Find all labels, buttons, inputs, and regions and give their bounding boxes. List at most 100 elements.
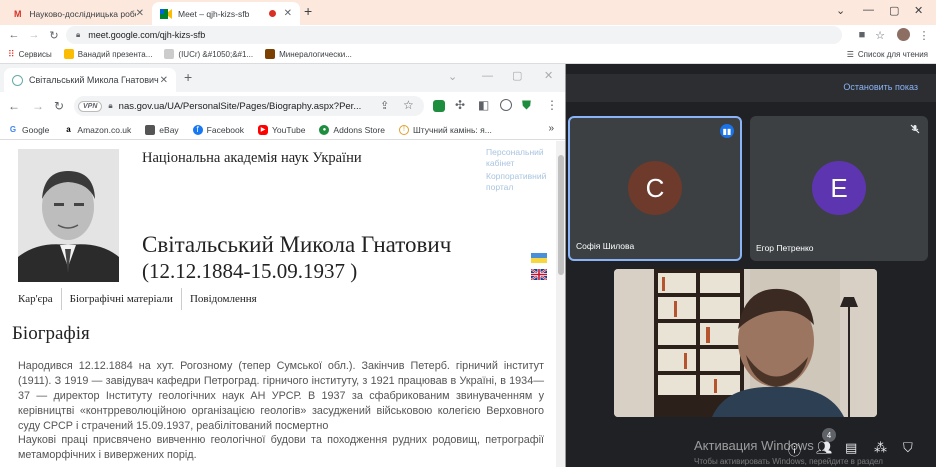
minimize-icon[interactable]: — [863,4,874,16]
bookmark-facebook[interactable]: f Facebook [192,124,244,135]
people-icon[interactable]: 👥︎ [816,440,833,456]
menu-dots-icon[interactable]: ⋮ [914,29,934,42]
shield-icon[interactable]: ⛊ [522,98,531,113]
reading-list[interactable]: ☰ Список для чтения [847,50,928,59]
self-video[interactable] [614,269,877,417]
more-bookmarks-icon[interactable]: » [548,123,554,134]
amazon-icon: a [66,125,71,134]
bookmark-label: Ванадий презента... [77,49,153,59]
forward-icon[interactable]: → [24,29,44,41]
new-tab-icon[interactable]: + [184,69,192,85]
tab-gmail[interactable]: M Науково-дослідницька робота ✕ [4,2,152,25]
extension-icon[interactable] [433,100,445,112]
side-panel-icon[interactable]: ◧ [478,98,489,112]
bookmark-stone[interactable]: ! Штучний камінь: я... [398,124,492,135]
youtube-icon: ▶ [258,124,269,135]
info-icon[interactable]: ⓘ [788,440,801,459]
tab-messages[interactable]: Повідомлення [180,288,265,310]
bookmark-google[interactable]: G Google [8,125,50,135]
bookmark-label: (IUCr) &#1050;&#1... [178,49,254,59]
personal-cabinet-link[interactable]: Персональний кабінет [486,147,556,169]
avatar: Е [812,161,866,215]
bookmark-youtube[interactable]: ▶ YouTube [258,124,305,135]
vpn-badge[interactable]: VPN [78,100,103,112]
maximize-icon[interactable]: ▢ [889,4,899,17]
page-tabs: Кар'єра Біографічні матеріали Повідомлен… [10,288,265,310]
bookmark-mineral[interactable]: Минералогически... [265,49,352,59]
back-icon[interactable]: ← [8,99,20,113]
participant-tile[interactable]: Е Егор Петренко [750,116,928,261]
profile-icon[interactable] [500,99,512,111]
biography-heading: Біографія [12,323,90,344]
close-icon[interactable]: ✕ [284,8,292,19]
new-tab-icon[interactable]: + [304,3,312,19]
menu-dots-icon[interactable]: ⋮ [546,98,558,112]
nas-logo-icon [12,74,23,86]
close-window-icon[interactable]: ✕ [914,4,923,17]
person-dates: (12.12.1884-15.09.1937 ) [142,259,358,283]
reload-icon[interactable]: ↻ [44,29,64,42]
bookmark-amazon[interactable]: a Amazon.co.uk [63,125,131,135]
bookmark-vanadium[interactable]: Ванадий презента... [63,49,153,59]
close-window-icon[interactable]: ✕ [544,69,553,82]
warning-icon: ! [398,124,409,135]
chevron-down-icon[interactable]: ⌄ [448,70,457,83]
ukraine-flag-icon[interactable] [531,253,547,263]
inner-bookmarks-bar: G Google a Amazon.co.uk eBay f Facebook ▶ Yo… [0,120,565,140]
uk-flag-icon[interactable] [531,269,547,280]
page-scrollbar[interactable] [556,141,565,467]
person-name: Світальський Микола Гнатович [142,232,452,257]
camera-icon[interactable]: ■ [852,29,872,41]
biography-page: Національна академія наук України Персон… [0,141,556,467]
forward-icon[interactable]: → [32,99,44,113]
minimize-icon[interactable]: — [482,70,493,82]
back-icon[interactable]: ← [4,29,24,41]
reading-list-icon: ☰ [846,49,854,59]
tab-title: Науково-дослідницька робота [29,8,135,19]
star-icon[interactable]: ☆ [403,98,414,112]
addons-icon: ● [319,124,330,135]
star-icon[interactable]: ☆ [870,29,890,42]
profile-avatar[interactable] [897,28,910,41]
scrollbar-thumb[interactable] [558,155,564,275]
bookmark-label: Сервисы [18,49,52,59]
meet-stage: Остановить показ С ▮▮ Софія Шилова Е Его… [566,64,936,467]
bookmark-label: Минералогически... [279,49,352,59]
host-controls-icon[interactable]: ⛉ [903,440,913,456]
puzzle-icon[interactable]: ✣ [455,98,465,112]
outer-bookmarks-bar: ⠿ Сервисы Ванадий презента... (IUCr) &#1… [0,45,936,64]
corporate-portal-link[interactable]: Корпоративний портал [486,171,556,193]
activities-icon[interactable]: ⁂ [874,440,887,456]
shared-browser-window: Світальський Микола Гнатович ✕ + ⌄ — ▢ ✕… [0,64,566,467]
mic-off-icon [908,122,922,136]
presentation-banner: Остановить показ [566,74,936,102]
maximize-icon[interactable]: ▢ [512,69,522,82]
reload-icon[interactable]: ↻ [54,99,64,113]
bookmark-addons[interactable]: ● Addons Store [319,124,385,135]
chat-icon[interactable]: ▤ [845,440,857,456]
bookmark-label: Amazon.co.uk [77,124,132,135]
close-icon[interactable]: ✕ [136,8,144,19]
facebook-icon: f [192,124,203,135]
portrait-photo [18,149,119,282]
share-icon[interactable]: ⇪ [380,99,389,112]
address-bar[interactable]: VPN 🔒︎ nas.gov.ua/UA/PersonalSite/Pages/… [74,96,424,116]
bookmark-services[interactable]: ⠿ Сервисы [8,49,52,60]
close-icon[interactable]: ✕ [160,75,168,86]
address-bar[interactable]: 🔒︎ meet.google.com/qjh-kizs-sfb [66,26,842,44]
outer-tab-strip: M Науково-дослідницька робота ✕ Meet – q… [0,0,936,25]
biography-paragraph: Народився 12.12.1884 на хут. Рогозному (… [18,360,544,432]
slides-icon [63,49,74,59]
tab-title: Світальський Микола Гнатович [29,75,159,85]
bookmark-ebay[interactable]: eBay [145,124,179,135]
lock-icon: 🔒︎ [108,101,113,110]
page-icon [164,49,175,59]
tab-meet[interactable]: Meet – qjh-kizs-sfb ✕ [152,2,300,25]
tab-bio-materials[interactable]: Біографічні матеріали [60,288,181,310]
tab-career[interactable]: Кар'єра [10,288,61,310]
participant-tile[interactable]: С ▮▮ Софія Шилова [568,116,742,261]
bookmark-iucr[interactable]: (IUCr) &#1050;&#1... [164,49,253,59]
tab-biography[interactable]: Світальський Микола Гнатович ✕ [4,68,176,92]
stop-presenting-button[interactable]: Остановить показ [843,82,918,92]
chevron-down-icon[interactable]: ⌄ [836,4,845,17]
